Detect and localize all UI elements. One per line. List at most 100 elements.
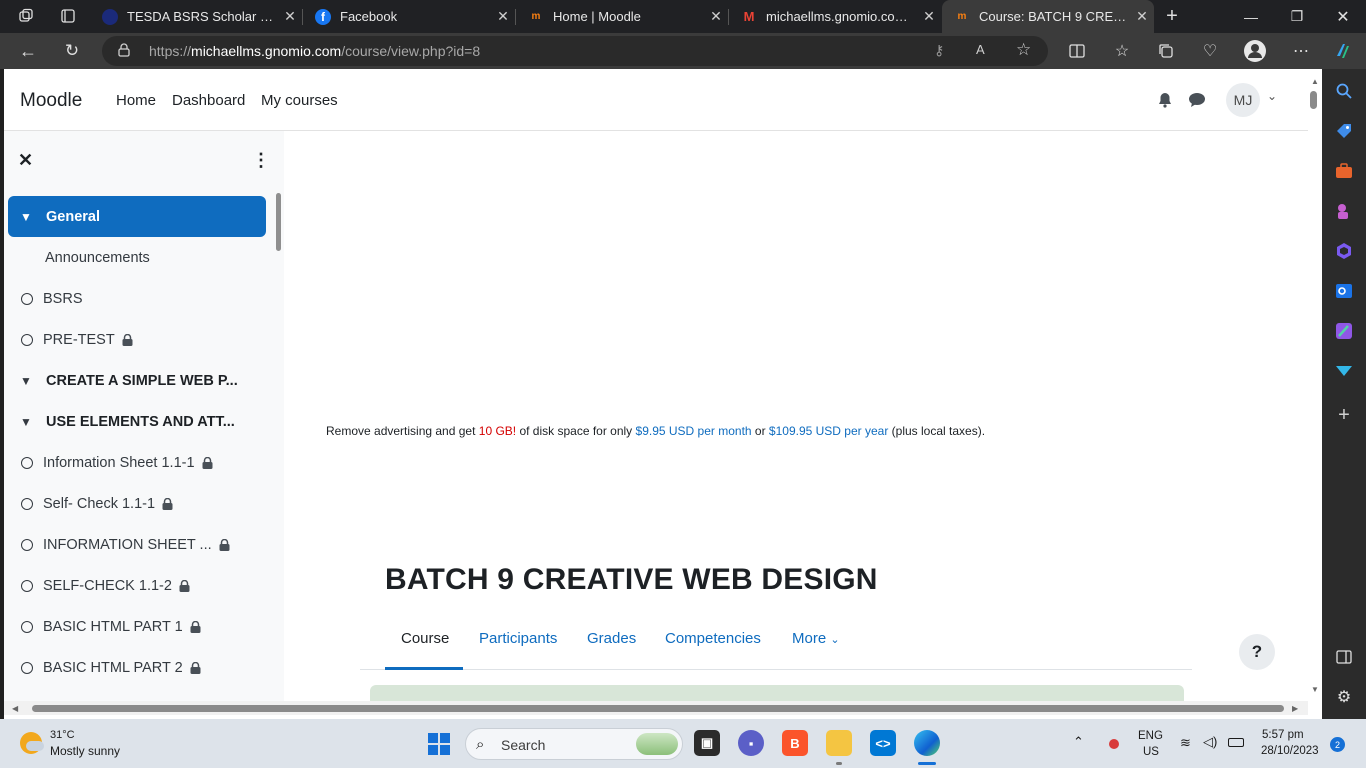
site-brand[interactable]: Moodle	[20, 90, 82, 112]
collections-icon[interactable]	[1150, 33, 1182, 69]
nav-home[interactable]: Home	[116, 92, 156, 109]
close-tab-icon[interactable]: ✕	[704, 8, 728, 25]
nav-my-courses[interactable]: My courses	[261, 92, 338, 109]
keyboard-layout-indicator[interactable]: US	[1143, 746, 1159, 758]
activity-information-sheet[interactable]: INFORMATION SHEET ...	[8, 524, 266, 565]
yearly-plan-link[interactable]: $109.95 USD per year	[769, 424, 888, 438]
kebab-menu-icon[interactable]: ⋮	[252, 150, 270, 171]
address-bar[interactable]: https://michaellms.gnomio.com/course/vie…	[102, 36, 1048, 66]
key-icon[interactable]: ⚷	[934, 42, 944, 59]
taskbar-search[interactable]: ⌕ Search	[465, 728, 683, 760]
security-alert-icon[interactable]	[1109, 739, 1119, 749]
task-view-icon[interactable]: ▣	[694, 730, 720, 756]
section-general[interactable]: ▼ General	[8, 196, 266, 237]
windows-start-icon[interactable]	[428, 733, 450, 755]
nav-dashboard[interactable]: Dashboard	[172, 92, 245, 109]
microsoft-365-icon[interactable]	[1334, 241, 1354, 261]
scroll-right-arrow-icon[interactable]: ▶	[1292, 704, 1298, 713]
more-menu-icon[interactable]: ⋯	[1285, 33, 1317, 69]
tab-actions-icon[interactable]	[52, 0, 84, 34]
search-icon[interactable]	[1334, 81, 1354, 101]
workspaces-icon[interactable]	[10, 0, 42, 34]
activity-bsrs[interactable]: BSRS	[8, 278, 266, 319]
activity-self-check-1-1-1[interactable]: Self- Check 1.1-1	[8, 483, 266, 524]
drop-icon[interactable]	[1334, 361, 1354, 381]
window-close-icon[interactable]: ✕	[1320, 0, 1366, 33]
outlook-icon[interactable]	[1334, 281, 1354, 301]
wifi-icon[interactable]: ≋	[1180, 735, 1191, 751]
browser-essentials-icon[interactable]: ♡	[1194, 33, 1226, 69]
tab-facebook[interactable]: f Facebook ✕	[303, 0, 515, 33]
activity-information-sheet-1-1-1[interactable]: Information Sheet 1.1-1	[8, 442, 266, 483]
clock-time[interactable]: 5:57 pm	[1262, 729, 1304, 741]
weather-description[interactable]: Mostly sunny	[50, 744, 120, 758]
chevron-down-icon[interactable]: ▼	[20, 210, 34, 224]
clock-date[interactable]: 28/10/2023	[1261, 745, 1319, 757]
minimize-icon[interactable]: —	[1228, 0, 1274, 33]
notification-count-badge[interactable]: 2	[1330, 737, 1345, 752]
chevron-down-icon[interactable]: ▼	[20, 415, 34, 429]
scroll-down-arrow-icon[interactable]: ▼	[1311, 685, 1319, 694]
restore-icon[interactable]: ❐	[1274, 0, 1320, 33]
tab-competencies[interactable]: Competencies	[665, 630, 761, 647]
drawer-scrollbar[interactable]	[276, 193, 281, 251]
tab-participants[interactable]: Participants	[479, 630, 557, 647]
tab-moodle-home[interactable]: m Home | Moodle ✕	[516, 0, 728, 33]
activity-pre-test[interactable]: PRE-TEST	[8, 319, 266, 360]
chevron-up-icon[interactable]: ⌃	[1073, 734, 1084, 750]
read-aloud-icon[interactable]: A	[976, 42, 985, 57]
tab-gmail[interactable]: M michaellms.gnomio.com: Pa ✕	[729, 0, 941, 33]
file-explorer-icon[interactable]	[826, 730, 852, 756]
activity-basic-html-part-1[interactable]: BASIC HTML PART 1	[8, 606, 266, 647]
games-icon[interactable]	[1334, 201, 1354, 221]
user-avatar[interactable]: MJ	[1226, 83, 1260, 117]
scroll-left-arrow-icon[interactable]: ◀	[12, 704, 18, 713]
scroll-up-arrow-icon[interactable]: ▲	[1311, 77, 1319, 86]
back-icon[interactable]: ←	[12, 33, 44, 69]
shopping-tag-icon[interactable]	[1334, 121, 1354, 141]
chevron-down-icon[interactable]: ⌄	[1267, 89, 1277, 103]
add-sidebar-app-icon[interactable]: +	[1334, 404, 1354, 426]
messages-icon[interactable]	[1188, 91, 1206, 109]
split-screen-icon[interactable]	[1061, 33, 1093, 69]
activity-announcements[interactable]: Announcements	[8, 237, 266, 278]
tab-course-active[interactable]: m Course: BATCH 9 CREATIVE W ✕	[942, 0, 1154, 33]
volume-icon[interactable]: ◁)	[1203, 734, 1217, 750]
horizontal-scrollbar[interactable]: ◀ ▶	[4, 701, 1308, 715]
edge-browser-icon[interactable]	[914, 730, 940, 756]
settings-gear-icon[interactable]: ⚙	[1334, 687, 1354, 707]
close-tab-icon[interactable]: ✕	[278, 8, 302, 25]
weather-sun-icon[interactable]	[20, 732, 44, 754]
notifications-bell-icon[interactable]	[1156, 91, 1174, 109]
copilot-icon[interactable]	[1327, 33, 1359, 69]
activity-self-check-1-1-2[interactable]: SELF-CHECK 1.1-2	[8, 565, 266, 606]
monthly-plan-link[interactable]: $9.95 USD per month	[636, 424, 752, 438]
vertical-scrollbar-thumb[interactable]	[1310, 91, 1317, 109]
refresh-icon[interactable]: ↻	[56, 33, 88, 69]
close-drawer-icon[interactable]: ✕	[18, 150, 33, 171]
activity-basic-html-part-2[interactable]: BASIC HTML PART 2	[8, 647, 266, 688]
new-tab-icon[interactable]: +	[1156, 0, 1188, 34]
section-use-elements[interactable]: ▼ USE ELEMENTS AND ATT...	[8, 401, 266, 442]
tab-more[interactable]: More ⌄	[792, 630, 840, 647]
vscode-icon[interactable]: <>	[870, 730, 896, 756]
help-button[interactable]: ?	[1239, 634, 1275, 670]
tab-grades[interactable]: Grades	[587, 630, 636, 647]
section-create-simple-web-page[interactable]: ▼ CREATE A SIMPLE WEB P...	[8, 360, 266, 401]
favorites-icon[interactable]: ☆	[1106, 33, 1138, 69]
tab-tesda[interactable]: TESDA BSRS Scholar Profile ✕	[90, 0, 302, 33]
close-tab-icon[interactable]: ✕	[1130, 8, 1154, 25]
teams-chat-icon[interactable]: ▪	[738, 730, 764, 756]
hide-sidebar-icon[interactable]	[1334, 647, 1354, 667]
lock-icon[interactable]	[118, 43, 130, 62]
chevron-down-icon[interactable]: ▼	[20, 374, 34, 388]
favorite-star-icon[interactable]: ☆	[1016, 40, 1031, 60]
weather-temperature[interactable]: 31°C	[50, 729, 75, 741]
tools-briefcase-icon[interactable]	[1334, 161, 1354, 181]
profile-icon[interactable]	[1239, 33, 1271, 69]
horizontal-scrollbar-thumb[interactable]	[32, 705, 1284, 712]
close-tab-icon[interactable]: ✕	[917, 8, 941, 25]
battery-icon[interactable]	[1228, 738, 1244, 747]
tab-course[interactable]: Course	[401, 630, 449, 647]
designer-icon[interactable]	[1334, 321, 1354, 341]
